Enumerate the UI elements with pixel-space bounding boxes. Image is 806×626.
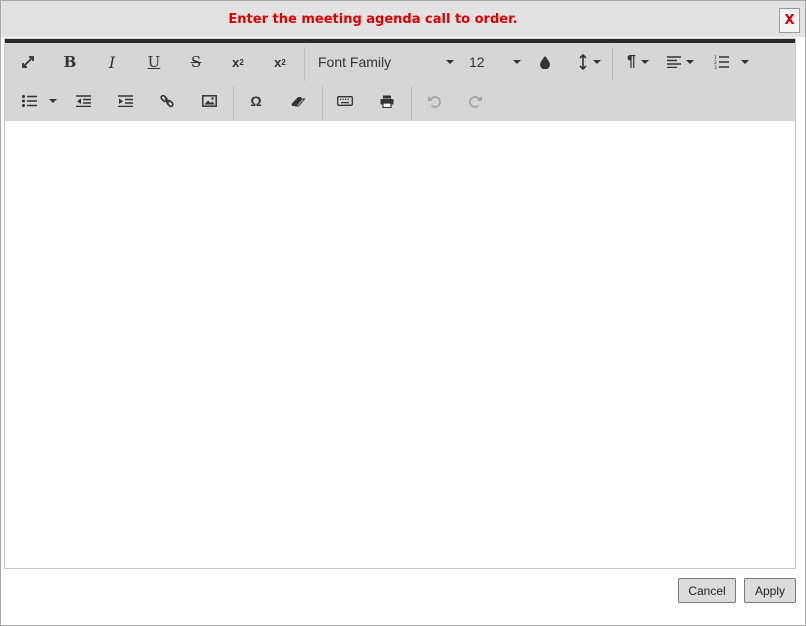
expand-icon bbox=[22, 56, 34, 68]
redo-button[interactable] bbox=[461, 86, 491, 116]
toolbar-separator bbox=[612, 47, 613, 81]
toolbar-separator bbox=[322, 86, 323, 120]
unordered-list-icon bbox=[21, 95, 37, 107]
apply-button[interactable]: Apply bbox=[744, 578, 796, 603]
paragraph-icon: ¶ bbox=[627, 53, 636, 70]
toolbar-separator bbox=[233, 86, 234, 120]
caret-down-icon bbox=[446, 60, 454, 64]
bold-button[interactable]: B bbox=[55, 47, 85, 77]
cancel-button[interactable]: Cancel bbox=[678, 578, 736, 603]
superscript-mark: 2 bbox=[281, 57, 286, 67]
keyboard-icon bbox=[337, 96, 353, 106]
paragraph-format-dropdown[interactable]: ¶ bbox=[619, 47, 657, 77]
undo-icon bbox=[428, 95, 441, 108]
align-left-icon bbox=[666, 56, 681, 68]
dialog-titlebar: Enter the meeting agenda call to order. … bbox=[1, 1, 805, 37]
keyboard-button[interactable] bbox=[330, 86, 360, 116]
font-family-dropdown[interactable]: Font Family bbox=[314, 47, 458, 77]
line-height-dropdown[interactable] bbox=[571, 47, 609, 77]
caret-down-icon bbox=[640, 60, 649, 64]
editor-toolbar: B I U S x2 x2 Font Family 12 ¶ 1 2 3 Ω bbox=[5, 39, 795, 121]
eraser-icon bbox=[291, 96, 306, 106]
align-dropdown[interactable] bbox=[661, 47, 699, 77]
caret-down-icon bbox=[685, 60, 694, 64]
subscript-button[interactable]: x2 bbox=[223, 47, 253, 77]
caret-down-icon bbox=[593, 60, 601, 64]
ordered-list-dropdown[interactable]: 123 bbox=[707, 47, 755, 77]
subscript-label: x bbox=[232, 54, 240, 70]
outdent-icon bbox=[75, 95, 91, 107]
link-icon bbox=[160, 94, 174, 108]
dialog-title: Enter the meeting agenda call to order. bbox=[228, 12, 518, 27]
redo-icon bbox=[469, 95, 482, 108]
line-height-icon bbox=[579, 54, 587, 70]
toolbar-separator bbox=[411, 86, 412, 120]
indent-icon bbox=[117, 95, 133, 107]
fullscreen-button[interactable] bbox=[13, 47, 43, 77]
print-button[interactable] bbox=[372, 86, 402, 116]
ordered-list-icon: 123 bbox=[714, 55, 729, 69]
rich-text-editor: B I U S x2 x2 Font Family 12 ¶ 1 2 3 Ω bbox=[4, 38, 796, 569]
strikethrough-button[interactable]: S bbox=[181, 47, 211, 77]
text-color-button[interactable] bbox=[530, 47, 560, 77]
undo-button[interactable] bbox=[419, 86, 449, 116]
close-button[interactable]: X bbox=[779, 8, 800, 33]
unordered-list-dropdown[interactable] bbox=[15, 86, 63, 116]
font-size-dropdown[interactable]: 12 bbox=[465, 47, 525, 77]
image-icon bbox=[201, 95, 217, 107]
font-size-value: 12 bbox=[469, 54, 485, 70]
italic-button[interactable]: I bbox=[97, 47, 127, 77]
clear-formatting-button[interactable] bbox=[283, 86, 313, 116]
svg-text:3: 3 bbox=[714, 65, 717, 69]
caret-down-icon bbox=[740, 60, 749, 64]
droplet-icon bbox=[540, 55, 550, 69]
caret-down-icon bbox=[48, 99, 57, 103]
toolbar-separator bbox=[304, 47, 305, 81]
superscript-button[interactable]: x2 bbox=[265, 47, 295, 77]
caret-down-icon bbox=[513, 60, 521, 64]
special-character-button[interactable]: Ω bbox=[241, 86, 271, 116]
underline-button[interactable]: U bbox=[139, 47, 169, 77]
editor-dialog: Enter the meeting agenda call to order. … bbox=[0, 0, 806, 626]
insert-image-button[interactable] bbox=[194, 86, 224, 116]
outdent-button[interactable] bbox=[68, 86, 98, 116]
printer-icon bbox=[380, 95, 394, 108]
editor-content-area[interactable] bbox=[5, 121, 795, 568]
font-family-value: Font Family bbox=[318, 54, 392, 70]
indent-button[interactable] bbox=[110, 86, 140, 116]
insert-link-button[interactable] bbox=[152, 86, 182, 116]
subscript-mark: 2 bbox=[239, 57, 244, 67]
superscript-label: x bbox=[274, 54, 282, 70]
